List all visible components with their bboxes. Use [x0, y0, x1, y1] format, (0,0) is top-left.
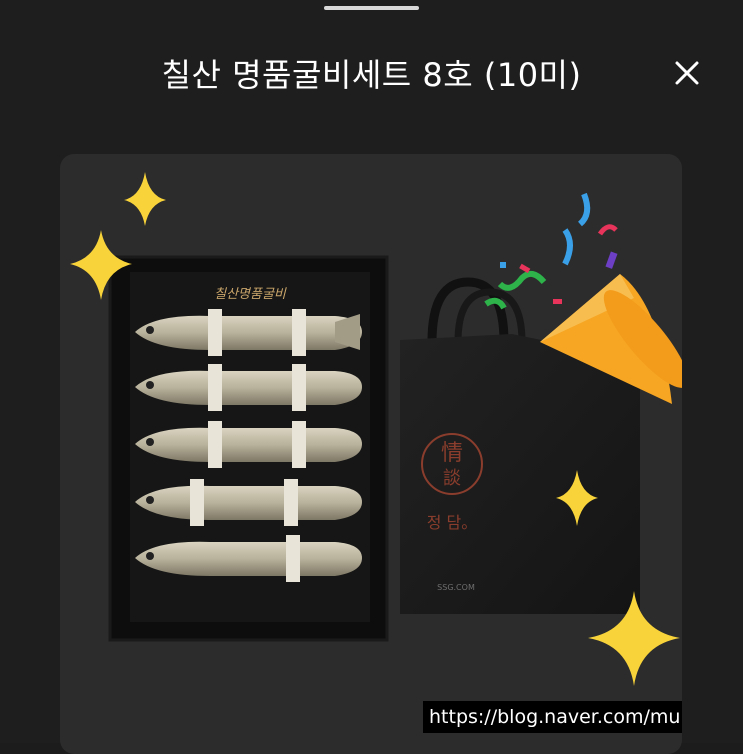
box-brand-label: 칠산명품굴비	[214, 287, 287, 302]
close-icon	[675, 61, 699, 85]
page-title: 칠산 명품굴비세트 8호 (10미)	[161, 56, 582, 94]
close-button[interactable]	[666, 52, 708, 94]
product-photo: 칠산명품굴비 情 談 정 담。 SSG.COM	[70, 172, 682, 686]
bag-brand-label: 정 담。	[427, 513, 478, 532]
sheet-grab-handle[interactable]	[324, 6, 419, 10]
svg-text:情: 情	[441, 441, 463, 466]
source-url-watermark: https://blog.naver.com/munjinaa	[423, 701, 682, 733]
bag-sub-label: SSG.COM	[437, 583, 475, 592]
bottom-sheet: 칠산 명품굴비세트 8호 (10미) 칠산명품굴비 情 談 정 담。 SSG.C…	[0, 0, 743, 754]
svg-text:談: 談	[443, 468, 461, 489]
product-image-card: 칠산명품굴비 情 談 정 담。 SSG.COM https://blog.nav…	[60, 154, 682, 754]
